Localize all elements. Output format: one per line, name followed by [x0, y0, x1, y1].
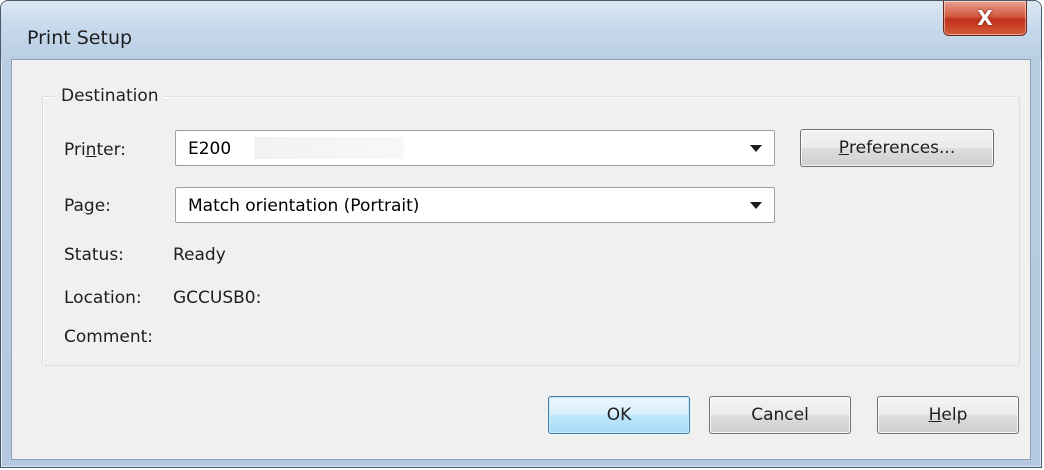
printer-label: Printer:: [64, 140, 126, 160]
page-select-value: Match orientation (Portrait): [188, 196, 420, 216]
destination-legend: Destination: [56, 86, 164, 106]
print-setup-dialog: Print Setup X Destination Printer: E200 …: [0, 0, 1042, 468]
location-value: GCCUSB0:: [173, 288, 262, 308]
chevron-down-icon: [750, 145, 762, 152]
close-button[interactable]: X: [943, 1, 1027, 36]
status-label: Status:: [64, 245, 124, 265]
dialog-body: Destination Printer: E200 Preferences...…: [11, 59, 1031, 460]
title-bar[interactable]: Print Setup X: [1, 1, 1041, 59]
window-title: Print Setup: [27, 27, 133, 49]
page-label: Page:: [64, 196, 111, 216]
redacted-region: [254, 137, 404, 159]
location-label: Location:: [64, 288, 142, 308]
printer-select[interactable]: E200: [175, 130, 775, 166]
ok-button[interactable]: OK: [548, 396, 690, 434]
preferences-button[interactable]: Preferences...: [800, 129, 994, 167]
page-select[interactable]: Match orientation (Portrait): [175, 187, 775, 223]
status-value: Ready: [173, 245, 226, 265]
printer-select-value: E200: [188, 139, 232, 159]
close-icon: X: [977, 6, 993, 30]
chevron-down-icon: [750, 202, 762, 209]
help-button[interactable]: Help: [877, 396, 1019, 434]
cancel-button[interactable]: Cancel: [709, 396, 851, 434]
comment-label: Comment:: [64, 327, 154, 347]
